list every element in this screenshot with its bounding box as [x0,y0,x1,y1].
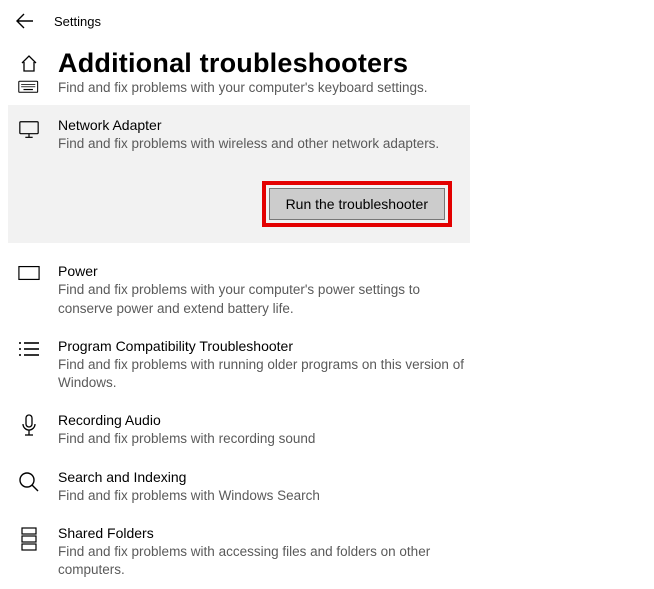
microphone-icon [18,414,40,440]
troubleshooter-search-indexing[interactable]: Search and Indexing Find and fix problem… [0,459,654,515]
item-title: Power [58,263,636,279]
window-header: Settings [0,0,654,42]
search-icon [18,471,40,493]
troubleshooter-network-adapter-selected[interactable]: Network Adapter Find and fix problems wi… [8,105,470,243]
item-desc: Find and fix problems with running older… [58,356,478,392]
item-title: Recording Audio [58,412,636,428]
item-desc: Find and fix problems with wireless and … [58,135,458,153]
item-desc: Find and fix problems with your computer… [58,281,478,317]
monitor-icon [18,119,40,141]
back-arrow-icon[interactable] [16,12,34,30]
troubleshooter-recording-audio[interactable]: Recording Audio Find and fix problems wi… [0,402,654,458]
item-desc: Find and fix problems with recording sou… [58,430,478,448]
item-title: Program Compatibility Troubleshooter [58,338,636,354]
troubleshooter-power[interactable]: Power Find and fix problems with your co… [0,253,654,327]
highlight-frame: Run the troubleshooter [262,181,452,227]
home-icon[interactable] [18,54,40,74]
item-desc: Find and fix problems with accessing fil… [58,543,478,579]
folder-stack-icon [18,527,40,551]
title-row: Additional troubleshooters [0,48,654,79]
troubleshooter-program-compatibility[interactable]: Program Compatibility Troubleshooter Fin… [0,328,654,402]
keyboard-icon [18,77,40,95]
item-desc: Find and fix problems with your computer… [58,79,478,97]
troubleshooter-keyboard-truncated[interactable]: Find and fix problems with your computer… [0,81,654,101]
item-title: Search and Indexing [58,469,636,485]
list-icon [18,340,40,358]
header-title: Settings [54,14,101,29]
item-title: Network Adapter [58,117,458,133]
troubleshooter-shared-folders[interactable]: Shared Folders Find and fix problems wit… [0,515,654,589]
power-rect-icon [18,265,40,281]
run-troubleshooter-button[interactable]: Run the troubleshooter [269,188,445,220]
item-title: Shared Folders [58,525,636,541]
troubleshooter-list: Find and fix problems with your computer… [0,81,654,589]
page-title: Additional troubleshooters [58,48,408,79]
item-desc: Find and fix problems with Windows Searc… [58,487,478,505]
